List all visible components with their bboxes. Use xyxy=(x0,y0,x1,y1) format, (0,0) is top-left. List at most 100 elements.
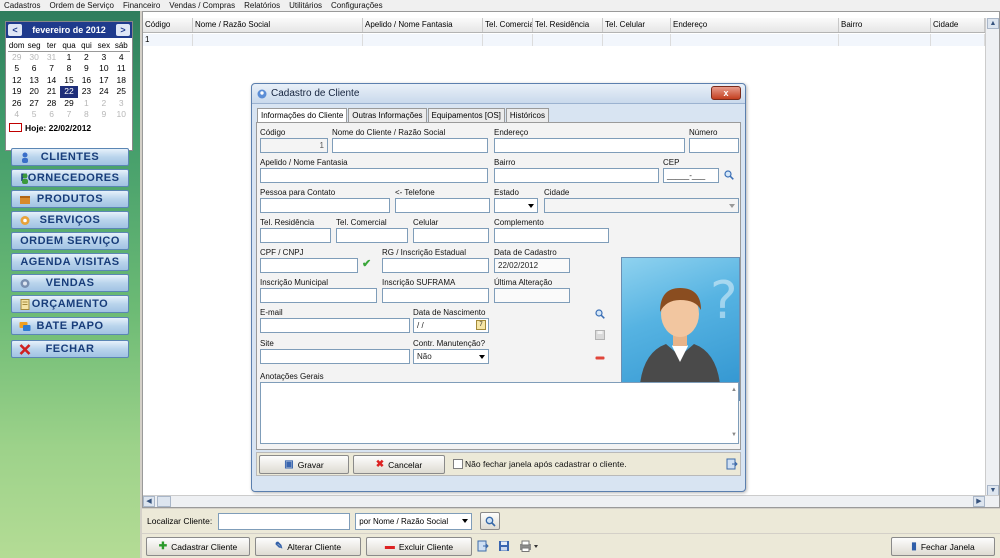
cidade-select[interactable] xyxy=(544,198,739,213)
nav-vendas-button[interactable]: VENDAS xyxy=(11,274,129,292)
calendar-day[interactable]: 31 xyxy=(43,52,60,64)
search-by-select[interactable]: por Nome / Razão Social xyxy=(355,512,473,530)
column-header[interactable]: Tel. Celular xyxy=(603,18,671,32)
calendar-day[interactable]: 1 xyxy=(60,52,77,64)
save-photo-icon[interactable] xyxy=(595,330,605,340)
nao-fechar-checkbox[interactable] xyxy=(453,459,463,469)
alterar-cliente-button[interactable]: ✎ Alterar Cliente xyxy=(255,537,361,556)
nav-ordem-servico-button[interactable]: ORDEM SERVIÇO xyxy=(11,232,129,250)
nome-field[interactable] xyxy=(332,138,488,153)
column-header[interactable]: Bairro xyxy=(839,18,931,32)
calendar-day[interactable]: 3 xyxy=(113,98,130,110)
calendar-day[interactable]: 28 xyxy=(43,98,60,110)
menu-item-5[interactable]: Utilitários xyxy=(289,1,322,10)
calendar-day[interactable]: 13 xyxy=(25,75,42,87)
email-field[interactable] xyxy=(260,318,410,333)
calendar-day[interactable]: 29 xyxy=(60,98,77,110)
table-row[interactable]: 1 xyxy=(143,34,999,46)
search-button[interactable] xyxy=(480,512,501,530)
column-header[interactable]: Tel. Comercial xyxy=(483,18,533,32)
calendar-day[interactable]: 2 xyxy=(78,52,95,64)
column-header[interactable]: Endereço xyxy=(671,18,839,32)
export-icon[interactable] xyxy=(726,458,738,470)
tab-outras-informacoes[interactable]: Outras Informações xyxy=(348,108,427,122)
calendar-day[interactable]: 5 xyxy=(8,63,25,75)
dialog-title-bar[interactable]: Cadastro de Cliente x xyxy=(252,84,745,104)
client-photo[interactable]: ? xyxy=(621,257,740,401)
column-header[interactable]: Nome / Razão Social xyxy=(193,18,363,32)
numero-field[interactable] xyxy=(689,138,739,153)
calendar-day[interactable]: 3 xyxy=(95,52,112,64)
insc-municipal-field[interactable] xyxy=(260,288,377,303)
column-header[interactable]: Cidade xyxy=(931,18,985,32)
save-icon[interactable] xyxy=(498,540,510,552)
tab-informacoes-cliente[interactable]: Informações do Cliente xyxy=(257,108,348,123)
calendar-day[interactable]: 9 xyxy=(95,109,112,121)
menu-item-0[interactable]: Cadastros xyxy=(4,1,40,10)
calendar-day[interactable]: 2 xyxy=(95,98,112,110)
nav-fechar-button[interactable]: FECHAR xyxy=(11,340,129,358)
nav-servicos-button[interactable]: SERVIÇOS xyxy=(11,211,129,229)
calendar-day[interactable]: 12 xyxy=(8,75,25,87)
calendar-day[interactable]: 9 xyxy=(78,63,95,75)
zoom-photo-icon[interactable] xyxy=(595,309,605,319)
nav-orcamento-button[interactable]: ORÇAMENTO xyxy=(11,295,129,313)
calendar-prev-button[interactable]: < xyxy=(8,24,22,36)
endereco-field[interactable] xyxy=(494,138,685,153)
pessoa-contato-field[interactable] xyxy=(260,198,390,213)
tab-historicos[interactable]: Históricos xyxy=(505,108,550,122)
gravar-button[interactable]: ▣ Gravar xyxy=(259,455,349,474)
dialog-close-button[interactable]: x xyxy=(711,86,741,100)
calendar-day[interactable]: 1 xyxy=(78,98,95,110)
contr-manutencao-select[interactable]: Não xyxy=(413,349,489,364)
menu-item-6[interactable]: Configurações xyxy=(331,1,383,10)
print-icon[interactable] xyxy=(519,540,539,552)
insc-suframa-field[interactable] xyxy=(382,288,489,303)
calendar-day[interactable]: 26 xyxy=(8,98,25,110)
calendar-day[interactable]: 27 xyxy=(25,98,42,110)
menu-item-3[interactable]: Vendas / Compras xyxy=(169,1,235,10)
horizontal-scrollbar[interactable]: ◀ ▶ xyxy=(143,495,999,507)
calendar-day-selected[interactable]: 22 xyxy=(60,86,78,98)
bairro-field[interactable] xyxy=(494,168,659,183)
fechar-janela-button[interactable]: ▮ Fechar Janela xyxy=(891,537,995,556)
nav-fornecedores-button[interactable]: FORNECEDORES xyxy=(11,169,129,187)
nav-bate-papo-button[interactable]: BATE PAPO xyxy=(11,317,129,335)
calendar-day[interactable]: 11 xyxy=(113,63,130,75)
celular-field[interactable] xyxy=(413,228,489,243)
calendar-day[interactable]: 4 xyxy=(113,52,130,64)
scroll-down-icon[interactable]: ▼ xyxy=(731,429,737,442)
cpf-cnpj-field[interactable] xyxy=(260,258,358,273)
calendar-day[interactable]: 18 xyxy=(113,75,130,87)
menu-item-1[interactable]: Ordem de Serviço xyxy=(49,1,113,10)
check-icon[interactable]: ✔ xyxy=(362,259,372,270)
menu-item-2[interactable]: Financeiro xyxy=(123,1,160,10)
apelido-field[interactable] xyxy=(260,168,488,183)
calendar-day[interactable]: 30 xyxy=(25,52,42,64)
calendar-day[interactable]: 10 xyxy=(113,109,130,121)
cancelar-button[interactable]: ✖ Cancelar xyxy=(353,455,445,474)
tel-residencia-field[interactable] xyxy=(260,228,331,243)
calendar-day[interactable]: 23 xyxy=(78,86,95,98)
nav-clientes-button[interactable]: CLIENTES xyxy=(11,148,129,166)
calendar-day[interactable]: 4 xyxy=(8,109,25,121)
calendar-day[interactable]: 25 xyxy=(113,86,130,98)
remove-photo-icon[interactable] xyxy=(595,353,605,363)
calendar-day[interactable]: 29 xyxy=(8,52,25,64)
search-input[interactable] xyxy=(218,512,351,530)
calendar-next-button[interactable]: > xyxy=(115,24,130,36)
scroll-right-icon[interactable]: ▶ xyxy=(973,496,985,507)
calendar-day[interactable]: 14 xyxy=(43,75,60,87)
export-icon[interactable] xyxy=(477,540,489,552)
calendar-day[interactable]: 10 xyxy=(95,63,112,75)
complemento-field[interactable] xyxy=(494,228,609,243)
nav-produtos-button[interactable]: PRODUTOS xyxy=(11,190,129,208)
scroll-up-icon[interactable]: ▲ xyxy=(731,384,737,397)
calendar-day[interactable]: 21 xyxy=(43,86,60,98)
scroll-left-icon[interactable]: ◀ xyxy=(143,496,155,507)
calendar-day[interactable]: 24 xyxy=(95,86,112,98)
tel-comercial-field[interactable] xyxy=(336,228,408,243)
cep-field[interactable]: _____-___ xyxy=(663,168,719,183)
tab-equipamentos-os[interactable]: Equipamentos [OS] xyxy=(427,108,505,122)
calendar-day[interactable]: 7 xyxy=(60,109,77,121)
